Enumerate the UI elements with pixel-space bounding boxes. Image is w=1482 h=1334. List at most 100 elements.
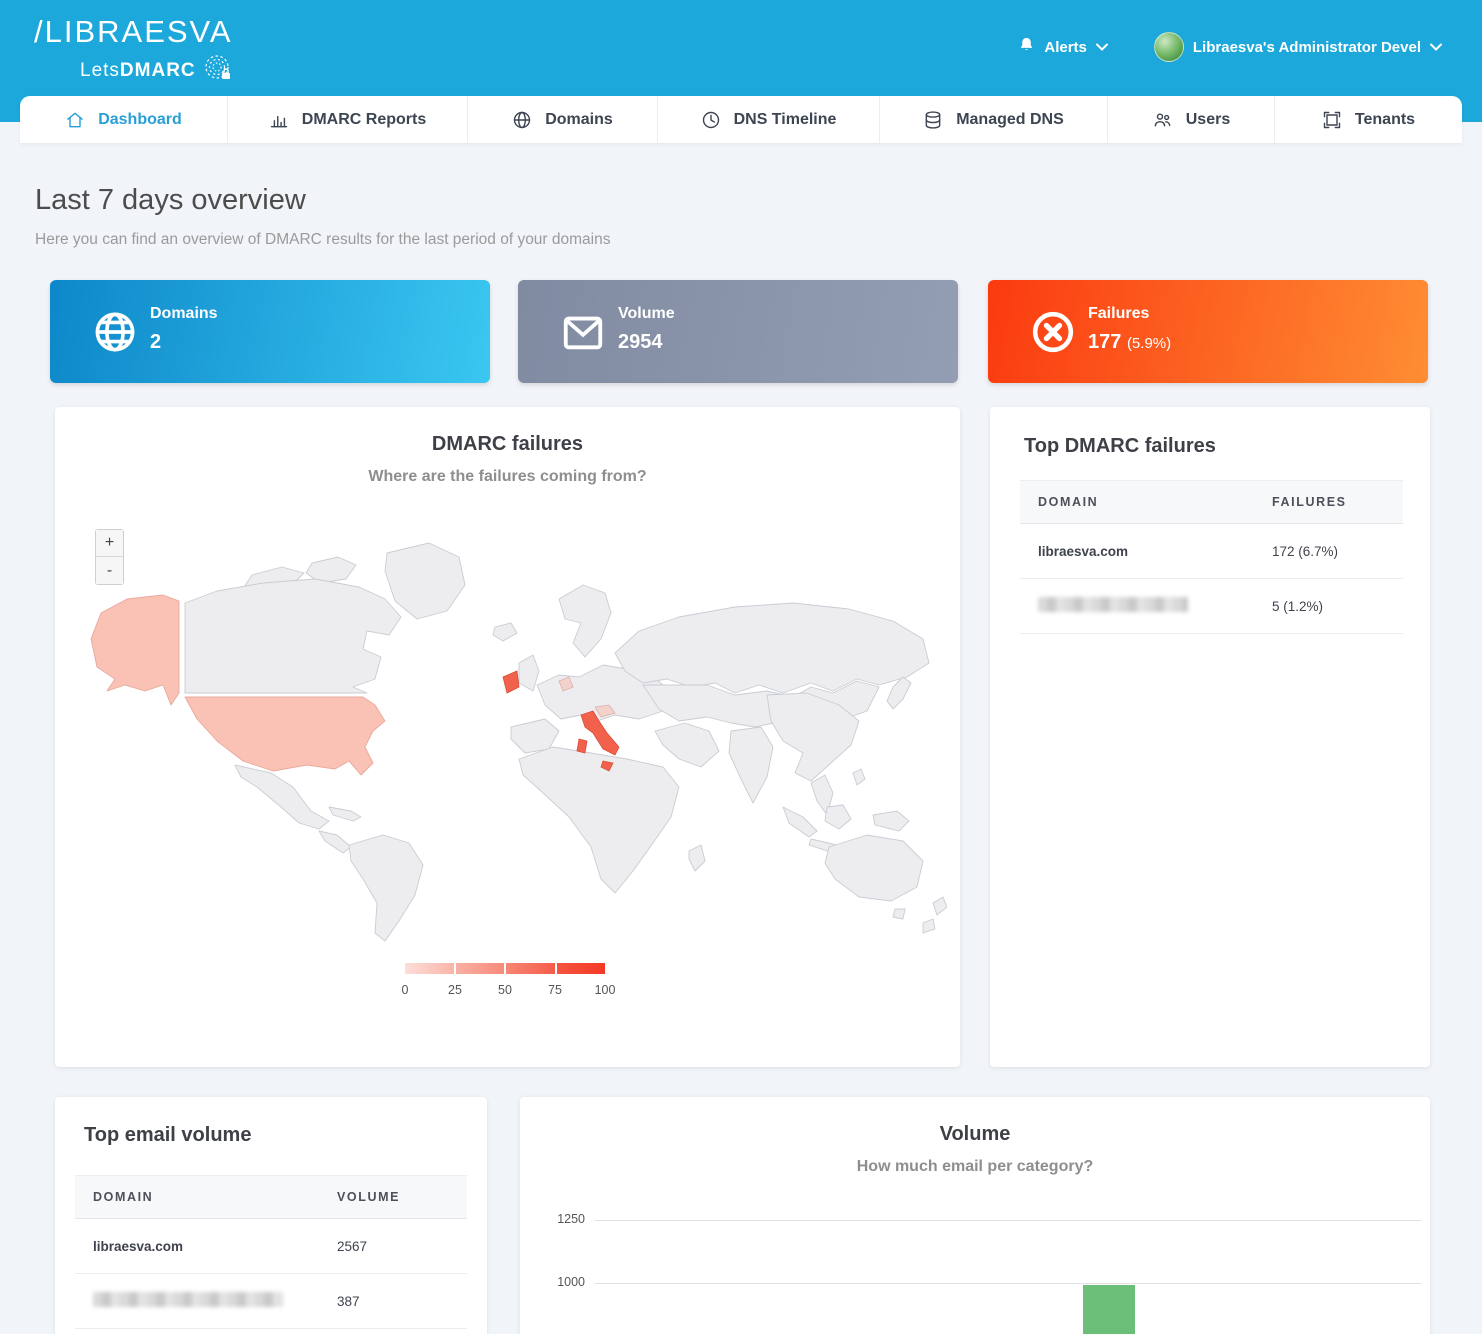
nav-label: DMARC Reports [302, 111, 426, 129]
chevron-down-icon [1096, 38, 1108, 56]
nav-label: Users [1186, 111, 1230, 129]
card-value: 177 (5.9%) [1088, 331, 1171, 354]
nav-item-managed-dns[interactable]: Managed DNS [880, 96, 1108, 143]
table-header: DOMAIN VOLUME [75, 1175, 467, 1219]
map-zoom-controls: + - [95, 529, 124, 585]
dashboard-page: /LIBRAESVA LetsDMARC [0, 0, 1482, 1334]
alerts-menu[interactable]: Alerts [1018, 36, 1108, 59]
database-icon [923, 110, 943, 130]
world-choropleth-map[interactable] [67, 535, 947, 955]
bell-icon [1018, 36, 1035, 59]
globe-icon [92, 309, 138, 360]
fingerprint-lock-icon [203, 53, 233, 89]
x-circle-icon [1030, 309, 1076, 360]
nav-label: DNS Timeline [734, 111, 837, 129]
frame-icon [1322, 110, 1342, 130]
failures-cell: 5 (1.2%) [1272, 599, 1403, 614]
bar-chart-icon [269, 110, 289, 130]
header-actions: Alerts Libraesva's Administrator Devel [1018, 30, 1442, 64]
map-zoom-out-button[interactable]: - [96, 557, 123, 584]
dmarc-failures-map-panel: DMARC failures Where are the failures co… [55, 407, 960, 1067]
volume-cell: 2567 [337, 1239, 467, 1254]
nav-item-users[interactable]: Users [1108, 96, 1275, 143]
map-zoom-in-button[interactable]: + [96, 530, 123, 557]
scale-tick: 25 [448, 983, 462, 997]
logo-product-name: LetsDMARC [80, 53, 233, 89]
envelope-icon [560, 309, 606, 360]
bar-series-segment[interactable] [1083, 1285, 1135, 1334]
top-email-volume-panel: Top email volume DOMAIN VOLUME libraesva… [55, 1097, 487, 1334]
libraesva-logo: /LIBRAESVA LetsDMARC [34, 14, 233, 89]
top-volume-table: DOMAIN VOLUME libraesva.com 2567 387 [75, 1175, 467, 1329]
page-subtitle: Here you can find an overview of DMARC r… [35, 231, 610, 249]
card-label: Domains [150, 305, 218, 323]
column-header-volume: VOLUME [337, 1190, 467, 1204]
main-nav: Dashboard DMARC Reports Domains DNS Time… [20, 96, 1462, 143]
users-icon [1152, 110, 1173, 130]
logo-dmarc: DMARC [120, 60, 196, 81]
table-row: 387 [75, 1274, 467, 1329]
nav-item-dns-timeline[interactable]: DNS Timeline [658, 96, 880, 143]
alerts-label: Alerts [1044, 39, 1087, 56]
user-menu[interactable]: Libraesva's Administrator Devel [1154, 32, 1442, 62]
map-region-alaska [91, 595, 179, 705]
map-region-usa [185, 697, 385, 775]
logo-wordmark: /LIBRAESVA [34, 14, 233, 50]
nav-item-dmarc-reports[interactable]: DMARC Reports [228, 96, 468, 143]
redacted-text [93, 1292, 283, 1307]
nav-item-dashboard[interactable]: Dashboard [20, 96, 228, 143]
y-axis-tick: 1250 [525, 1212, 585, 1226]
nav-item-tenants[interactable]: Tenants [1275, 96, 1462, 143]
top-volume-title: Top email volume [84, 1124, 251, 1147]
scale-tick: 100 [595, 983, 616, 997]
volume-chart-title: Volume [520, 1097, 1430, 1146]
top-failures-table: DOMAIN FAILURES libraesva.com 172 (6.7%)… [1020, 480, 1403, 634]
logo-lets: Lets [80, 60, 120, 81]
home-icon [65, 110, 85, 130]
card-value: 2954 [618, 331, 675, 354]
table-header: DOMAIN FAILURES [1020, 480, 1403, 524]
failures-cell: 172 (6.7%) [1272, 544, 1403, 559]
map-region-ireland [503, 671, 519, 693]
column-header-domain: DOMAIN [1020, 495, 1272, 509]
domain-cell-redacted [75, 1292, 337, 1310]
card-value: 2 [150, 331, 218, 354]
page-title: Last 7 days overview [35, 184, 306, 217]
table-row: libraesva.com 172 (6.7%) [1020, 524, 1403, 579]
chevron-down-icon [1430, 38, 1442, 56]
map-panel-title: DMARC failures [55, 407, 960, 456]
stat-card-volume[interactable]: Volume 2954 [518, 280, 958, 383]
globe-icon [512, 110, 532, 130]
stat-card-failures[interactable]: Failures 177 (5.9%) [988, 280, 1428, 383]
nav-item-domains[interactable]: Domains [468, 96, 658, 143]
nav-label: Dashboard [98, 111, 182, 129]
volume-chart-subtitle: How much email per category? [520, 1158, 1430, 1176]
gridline-1250 [595, 1220, 1422, 1221]
gridline-1000 [595, 1283, 1422, 1284]
avatar [1154, 32, 1184, 62]
map-region-sardinia [577, 739, 587, 753]
map-scale-ticks: 0 25 50 75 100 [405, 983, 605, 999]
table-row: 5 (1.2%) [1020, 579, 1403, 634]
map-panel-subtitle: Where are the failures coming from? [55, 468, 960, 486]
scale-tick: 50 [498, 983, 512, 997]
domain-cell-redacted [1020, 597, 1272, 615]
column-header-domain: DOMAIN [75, 1190, 337, 1204]
map-color-scale [405, 963, 605, 974]
nav-label: Managed DNS [956, 111, 1064, 129]
nav-label: Domains [545, 111, 613, 129]
top-failures-title: Top DMARC failures [1024, 435, 1216, 458]
redacted-text [1038, 597, 1188, 612]
column-header-failures: FAILURES [1272, 495, 1403, 509]
scale-tick: 75 [548, 983, 562, 997]
y-axis-tick: 1000 [525, 1275, 585, 1289]
card-extra: (5.9%) [1127, 335, 1171, 352]
domain-cell: libraesva.com [1020, 544, 1272, 559]
user-name: Libraesva's Administrator Devel [1193, 39, 1421, 56]
clock-icon [701, 110, 721, 130]
card-label: Volume [618, 305, 675, 323]
volume-cell: 387 [337, 1294, 467, 1309]
table-row: libraesva.com 2567 [75, 1219, 467, 1274]
domain-cell: libraesva.com [75, 1239, 337, 1254]
stat-card-domains[interactable]: Domains 2 [50, 280, 490, 383]
